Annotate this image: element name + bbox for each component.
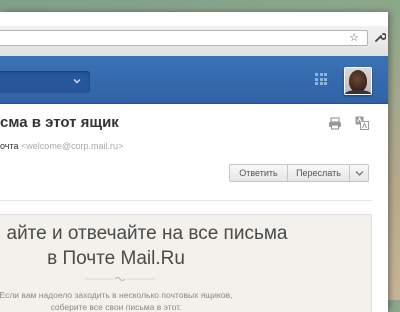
message-subject: сма в этот ящик <box>0 114 119 131</box>
message-view: сма в этот ящик очта <welcome@corp.mail.… <box>0 104 388 312</box>
star-icon[interactable]: ☆ <box>349 31 359 45</box>
chevron-down-icon <box>73 79 81 84</box>
print-icon[interactable] <box>328 117 342 130</box>
browser-window: ☆ сма в этот ящик очта <welcome@corp.mai… <box>0 12 388 312</box>
translate-icon[interactable] <box>355 116 369 130</box>
wrench-icon[interactable] <box>374 31 386 43</box>
address-bar[interactable]: ☆ <box>0 30 368 46</box>
promo-headline-brand: в Почте Mail.Ru <box>47 248 185 269</box>
divider <box>0 200 372 201</box>
promo-description-line1: Если вам надоело заходить в несколько по… <box>0 290 233 300</box>
avatar[interactable] <box>344 67 372 95</box>
chevron-down-icon <box>355 171 364 176</box>
wave-divider-icon <box>85 277 155 281</box>
sender-name: очта <box>0 141 19 151</box>
promo-banner: айте и отвечайте на все письма в Почте M… <box>0 214 372 312</box>
message-from: очта <welcome@corp.mail.ru> <box>0 141 123 151</box>
browser-toolbar: ☆ <box>0 26 388 57</box>
reply-button[interactable]: Ответить <box>229 164 288 182</box>
promo-description-line2: соберите все свои письма в этот. <box>50 302 182 312</box>
sender-email: <welcome@corp.mail.ru> <box>21 141 124 151</box>
forward-button[interactable]: Переслать <box>288 164 350 182</box>
apps-grid-icon[interactable] <box>315 73 327 85</box>
message-actions: Ответить Переслать <box>229 164 369 182</box>
promo-description: Если вам надоело заходить в несколько по… <box>0 289 241 312</box>
mail-header <box>0 56 388 104</box>
more-actions-button[interactable] <box>350 164 369 182</box>
folder-select[interactable] <box>0 71 90 93</box>
promo-headline: айте и отвечайте на все письма <box>6 223 288 244</box>
